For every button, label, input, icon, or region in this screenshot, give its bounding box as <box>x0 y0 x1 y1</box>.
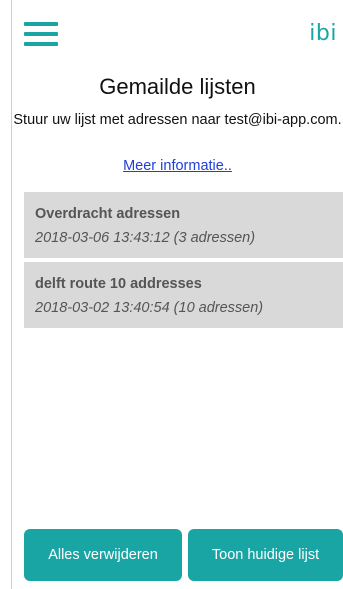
delete-all-button[interactable]: Alles verwijderen <box>24 529 182 581</box>
more-info-container: Meer informatie.. <box>12 157 343 175</box>
list-item[interactable]: Overdracht adressen 2018-03-06 13:43:12 … <box>24 192 343 258</box>
list-item-meta: 2018-03-02 13:40:54 (10 adressen) <box>35 300 264 316</box>
list-item-name: delft route 10 addresses <box>35 276 202 292</box>
emailed-lists: Overdracht adressen 2018-03-06 13:43:12 … <box>24 192 343 332</box>
list-item[interactable]: delft route 10 addresses 2018-03-02 13:4… <box>24 262 343 328</box>
list-item-meta: 2018-03-06 13:43:12 (3 adressen) <box>35 230 256 246</box>
show-current-list-button[interactable]: Toon huidige lijst <box>188 529 343 581</box>
page-title: Gemailde lijsten <box>99 74 256 99</box>
ibi-logo: ibi <box>309 21 337 46</box>
instructions-text: Stuur uw lijst met adressen naar test@ib… <box>13 112 342 128</box>
more-info-link[interactable]: Meer informatie.. <box>123 158 232 174</box>
hamburger-menu-icon[interactable] <box>24 22 58 46</box>
list-item-name: Overdracht adressen <box>35 206 181 222</box>
